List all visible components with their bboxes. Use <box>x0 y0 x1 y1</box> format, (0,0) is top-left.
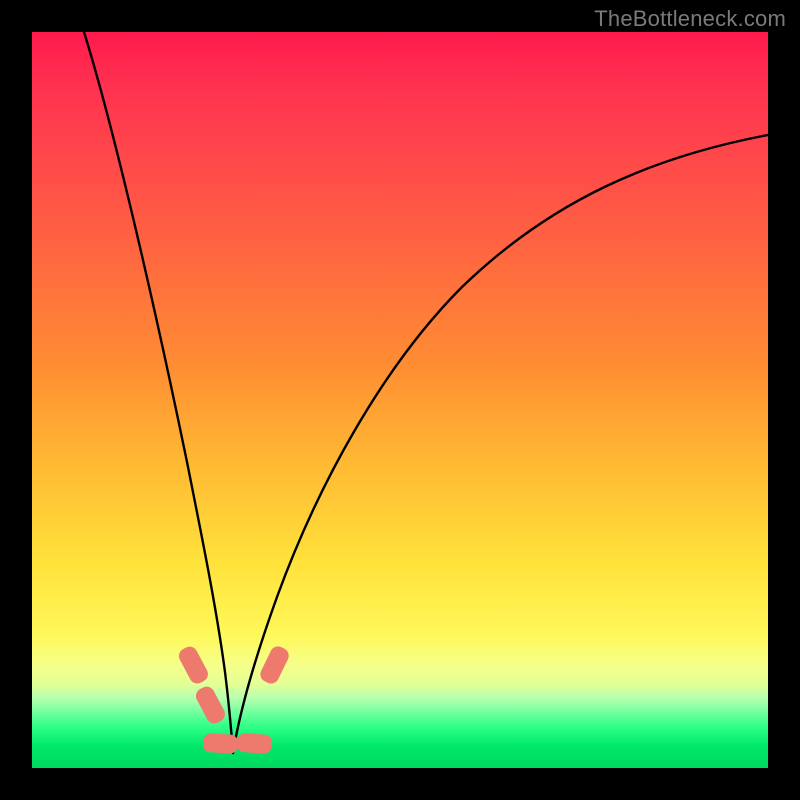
marker-bottom-right <box>236 733 273 755</box>
curve-right-branch <box>233 135 768 753</box>
plot-area <box>32 32 768 768</box>
bottleneck-curve <box>32 32 768 768</box>
curve-left-branch <box>84 32 233 753</box>
outer-frame: TheBottleneck.com <box>0 0 800 800</box>
marker-bottom-left <box>203 733 240 755</box>
watermark-text: TheBottleneck.com <box>594 6 786 32</box>
